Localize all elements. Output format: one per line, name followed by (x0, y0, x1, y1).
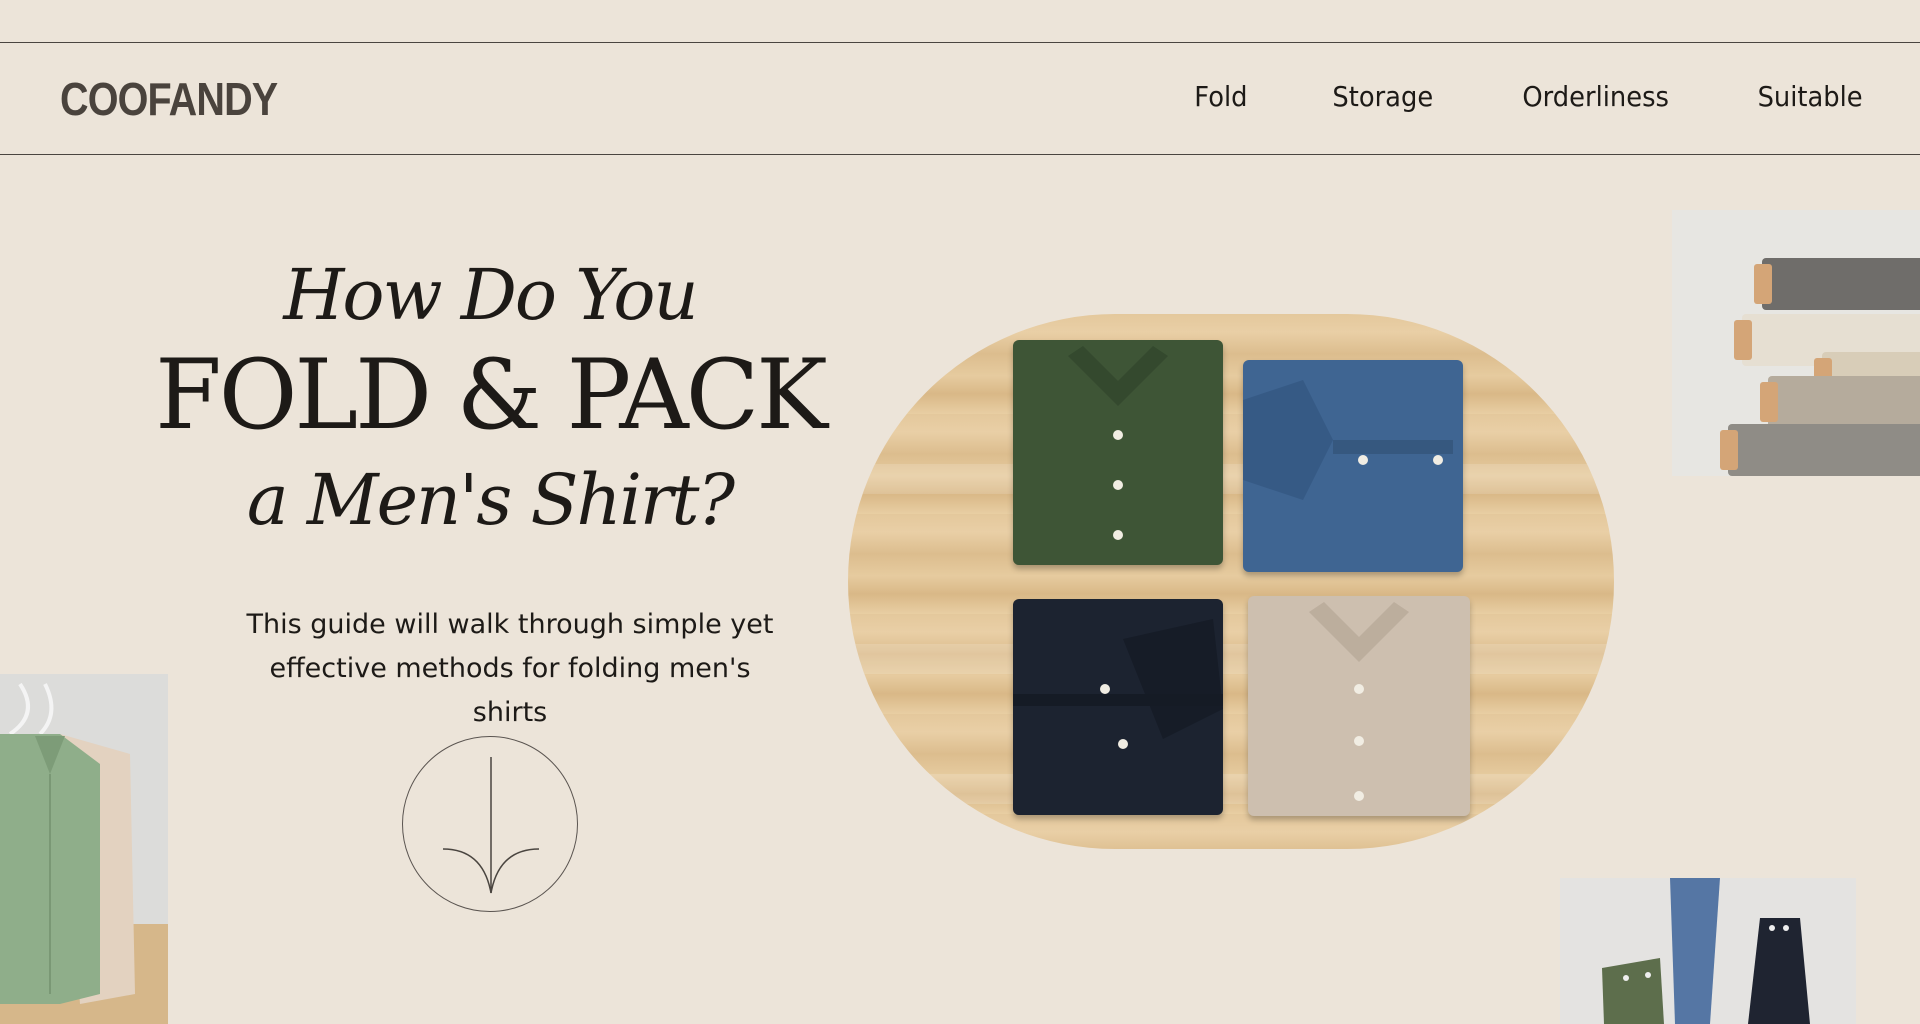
black-shirt (1013, 599, 1223, 815)
nav-item-storage[interactable]: Storage (1332, 80, 1433, 113)
hero-title-line1: How Do You (283, 254, 698, 336)
shirt-button (1100, 684, 1110, 694)
shirt-button (1113, 530, 1123, 540)
shirt-button (1354, 791, 1364, 801)
shirt-button (1433, 455, 1443, 465)
beige-shirt (1248, 596, 1470, 816)
collar-icon (1068, 346, 1168, 406)
blue-shirt (1243, 360, 1463, 572)
hero-title-line2: FOLD & PACK (155, 339, 828, 451)
fabric-roll (1720, 424, 1920, 476)
hanging-shirts-image (0, 674, 168, 1024)
wood-plank (848, 774, 1614, 804)
fabric-rolls-image (1672, 210, 1920, 476)
shirt-button (1358, 455, 1368, 465)
main-nav: Fold Storage Orderliness Suitable (1192, 80, 1867, 113)
arrow-down-icon (442, 757, 540, 894)
shirt-button (1354, 684, 1364, 694)
collar-icon (1013, 619, 1223, 739)
header-top-divider (0, 42, 1920, 43)
hero-subtitle: This guide will walk through simple yet … (230, 603, 790, 735)
nav-item-fold[interactable]: Fold (1194, 80, 1247, 113)
shirt-cuffs-image (1560, 878, 1856, 1024)
nav-item-orderliness[interactable]: Orderliness (1522, 80, 1669, 113)
shirt-button (1118, 739, 1128, 749)
fabric-roll (1760, 376, 1920, 428)
hero-subtitle-line1: This guide will walk through simple yet (246, 609, 774, 640)
collar-icon (1309, 602, 1409, 662)
four-folded-shirts-on-wood-image (848, 314, 1614, 849)
hero-title: How Do You FOLD & PACK a Men's Shirt? (130, 250, 850, 550)
brand-logo[interactable]: COOFANDY (60, 72, 278, 126)
green-shirt (1013, 340, 1223, 565)
wood-plank (848, 464, 1614, 494)
hero-title-line3: a Men's Shirt? (246, 459, 735, 541)
shirt-button (1113, 430, 1123, 440)
scroll-down-button[interactable] (402, 736, 578, 912)
collar-icon (1243, 380, 1453, 500)
hero-subtitle-line2: effective methods for folding men's shir… (269, 653, 751, 728)
shirt-cuffs-graphic (1602, 878, 1810, 1024)
nav-item-suitable[interactable]: Suitable (1757, 80, 1862, 113)
shirt-button (1113, 480, 1123, 490)
fabric-roll (1754, 258, 1920, 310)
shirt-button (1354, 736, 1364, 746)
hanging-shirts-graphic (0, 682, 168, 1024)
header-bottom-divider (0, 154, 1920, 155)
wood-plank (848, 644, 1614, 674)
